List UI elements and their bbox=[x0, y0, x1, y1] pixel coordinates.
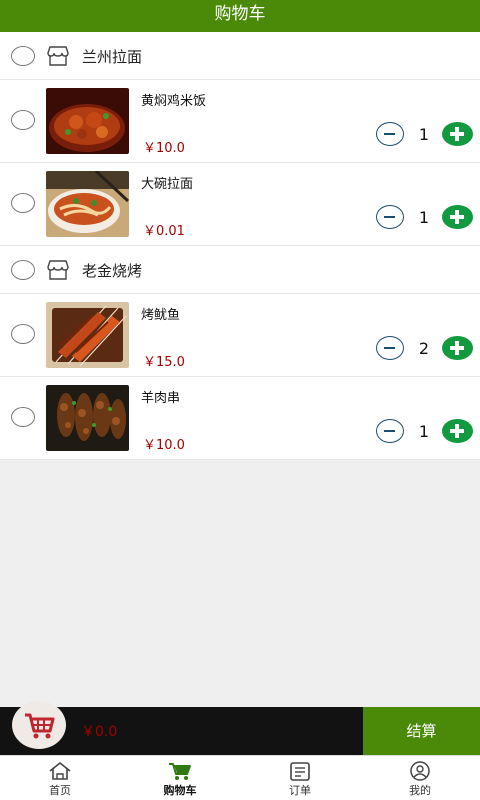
food-image bbox=[46, 385, 129, 451]
cart-item[interactable]: 烤鱿鱼 ￥15.0 2 bbox=[0, 294, 480, 377]
cart-list: 兰州拉面 黄焖鸡米饭 ￥10.0 1 大碗拉面 ￥0.01 1 老金烧烤 烤鱿鱼… bbox=[0, 32, 480, 460]
item-quantity: 1 bbox=[418, 208, 430, 227]
item-name: 羊肉串 bbox=[141, 391, 181, 406]
page-title: 购物车 bbox=[0, 0, 480, 32]
decrease-qty-button[interactable] bbox=[376, 336, 404, 360]
item-select-radio[interactable] bbox=[11, 193, 35, 213]
tab-label: 首页 bbox=[49, 784, 71, 797]
tab-profile[interactable]: 我的 bbox=[360, 756, 480, 800]
increase-qty-button[interactable] bbox=[442, 205, 473, 229]
item-select-radio[interactable] bbox=[11, 324, 35, 344]
increase-qty-button[interactable] bbox=[442, 419, 473, 443]
total-price: ￥0.0 bbox=[81, 724, 118, 740]
item-name: 黄焖鸡米饭 bbox=[141, 94, 207, 109]
item-name: 大碗拉面 bbox=[141, 177, 194, 192]
shop-header-laojin[interactable]: 老金烧烤 bbox=[0, 246, 480, 294]
item-quantity: 1 bbox=[418, 125, 430, 144]
tab-orders[interactable]: 订单 bbox=[240, 756, 360, 800]
item-price: ￥10.0 bbox=[143, 438, 185, 453]
item-select-radio[interactable] bbox=[11, 407, 35, 427]
bottom-tab-bar: 首页 购物车 订单 我的 bbox=[0, 755, 480, 800]
cart-badge[interactable] bbox=[12, 701, 66, 749]
cart-item[interactable]: 大碗拉面 ￥0.01 1 bbox=[0, 163, 480, 246]
item-select-radio[interactable] bbox=[11, 110, 35, 130]
home-icon bbox=[49, 761, 71, 780]
tab-label: 购物车 bbox=[163, 784, 197, 797]
cart-icon bbox=[169, 763, 191, 780]
user-icon bbox=[410, 761, 430, 781]
food-image bbox=[46, 88, 129, 154]
shopping-cart-icon bbox=[25, 713, 55, 739]
item-price: ￥15.0 bbox=[143, 355, 185, 370]
increase-qty-button[interactable] bbox=[442, 122, 473, 146]
shop-select-radio[interactable] bbox=[11, 46, 35, 66]
item-price: ￥10.0 bbox=[143, 141, 185, 156]
cart-summary-bar: ￥0.0 结算 bbox=[0, 701, 480, 755]
decrease-qty-button[interactable] bbox=[376, 205, 404, 229]
increase-qty-button[interactable] bbox=[442, 336, 473, 360]
shop-name: 老金烧烤 bbox=[82, 262, 143, 280]
decrease-qty-button[interactable] bbox=[376, 419, 404, 443]
shop-header-lanzhou[interactable]: 兰州拉面 bbox=[0, 32, 480, 80]
item-name: 烤鱿鱼 bbox=[141, 308, 181, 323]
item-quantity: 2 bbox=[418, 339, 430, 358]
cart-item[interactable]: 羊肉串 ￥10.0 1 bbox=[0, 377, 480, 460]
item-quantity: 1 bbox=[418, 422, 430, 441]
food-image bbox=[46, 302, 129, 368]
shop-select-radio[interactable] bbox=[11, 260, 35, 280]
food-image bbox=[46, 171, 129, 237]
store-icon bbox=[47, 260, 69, 280]
tab-cart[interactable]: 购物车 bbox=[120, 756, 240, 800]
shop-name: 兰州拉面 bbox=[82, 48, 143, 66]
cart-item[interactable]: 黄焖鸡米饭 ￥10.0 1 bbox=[0, 80, 480, 163]
tab-home[interactable]: 首页 bbox=[0, 756, 120, 800]
decrease-qty-button[interactable] bbox=[376, 122, 404, 146]
store-icon bbox=[47, 46, 69, 66]
checkout-button[interactable]: 结算 bbox=[363, 707, 480, 755]
tab-label: 我的 bbox=[409, 784, 431, 797]
tab-label: 订单 bbox=[289, 784, 311, 797]
item-price: ￥0.01 bbox=[143, 224, 185, 239]
order-icon bbox=[290, 762, 310, 781]
